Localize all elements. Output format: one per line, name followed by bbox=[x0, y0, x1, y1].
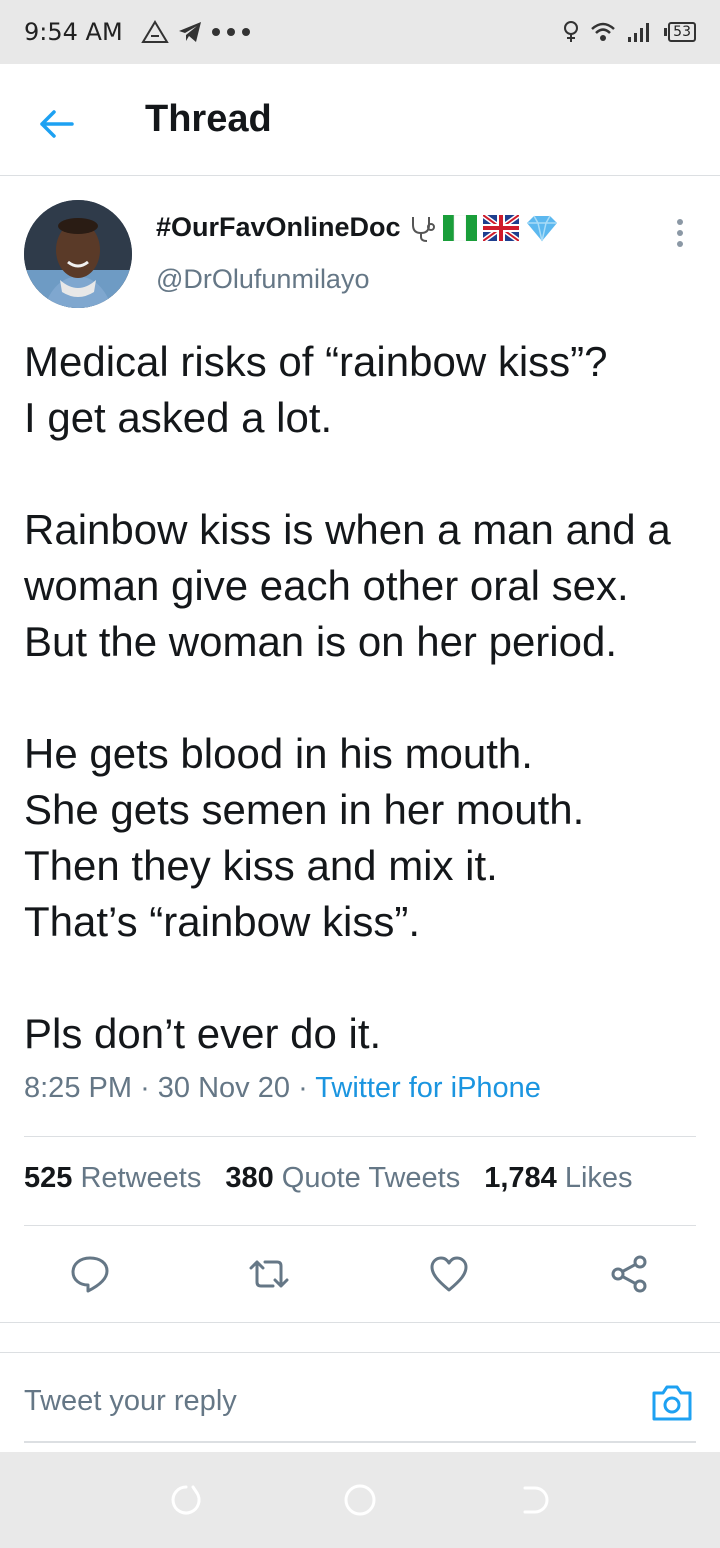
tweet-line: But the woman is on her period. bbox=[24, 618, 618, 665]
home-icon bbox=[344, 1484, 376, 1516]
warning-triangle-icon bbox=[140, 20, 169, 43]
share-icon bbox=[611, 1255, 647, 1293]
quote-tweets-label: Quote Tweets bbox=[281, 1162, 461, 1194]
divider bbox=[24, 1136, 696, 1137]
tweet-actions bbox=[0, 1246, 720, 1302]
arrow-left-icon bbox=[40, 110, 74, 138]
status-left-icons bbox=[140, 20, 251, 44]
nigeria-flag-icon bbox=[442, 214, 477, 241]
more-options-button[interactable] bbox=[666, 216, 694, 250]
location-pin-icon bbox=[564, 21, 579, 42]
tweet-line: Medical risks of “rainbow kiss”? bbox=[24, 338, 608, 385]
status-right-icons: 53 bbox=[562, 20, 696, 44]
reply-icon bbox=[71, 1256, 109, 1293]
tweet-text: Medical risks of “rainbow kiss”? I get a… bbox=[24, 334, 704, 1062]
battery-level: 53 bbox=[668, 22, 696, 42]
tweet-line: Pls don’t ever do it. bbox=[24, 1010, 382, 1057]
tweet-line: Rainbow kiss is when a man and a bbox=[24, 506, 671, 553]
recent-apps-button[interactable] bbox=[168, 1482, 204, 1518]
home-button[interactable] bbox=[342, 1482, 378, 1518]
display-name-row[interactable]: #OurFavOnlineDoc bbox=[156, 212, 559, 243]
quote-tweets-stat[interactable]: 380 Quote Tweets bbox=[225, 1162, 460, 1195]
tweet-time: 8:25 PM bbox=[24, 1072, 132, 1104]
gem-icon bbox=[526, 215, 557, 241]
back-nav-button[interactable] bbox=[516, 1482, 552, 1518]
tweet-stats: 525 Retweets 380 Quote Tweets 1,784 Like… bbox=[24, 1162, 633, 1195]
wifi-icon bbox=[591, 22, 616, 41]
tweet-line: Then they kiss and mix it. bbox=[24, 842, 498, 889]
system-nav-bar bbox=[0, 1452, 720, 1548]
tweet-line: I get asked a lot. bbox=[24, 394, 333, 441]
share-button[interactable] bbox=[601, 1246, 657, 1302]
reply-underline bbox=[24, 1441, 696, 1443]
likes-count: 1,784 bbox=[484, 1162, 557, 1194]
divider bbox=[24, 1225, 696, 1226]
tweet-date: 30 Nov 20 bbox=[157, 1072, 290, 1104]
retweets-count: 525 bbox=[24, 1162, 73, 1194]
tweet-line: woman give each other oral sex. bbox=[24, 562, 629, 609]
more-dot-icon bbox=[677, 219, 683, 225]
reply-input[interactable] bbox=[24, 1377, 624, 1425]
tweet-line: She gets semen in her mouth. bbox=[24, 786, 585, 833]
reply-button[interactable] bbox=[62, 1246, 118, 1302]
more-dot-icon bbox=[677, 241, 683, 247]
avatar-image bbox=[24, 200, 132, 308]
likes-stat[interactable]: 1,784 Likes bbox=[484, 1162, 632, 1195]
camera-icon bbox=[652, 1385, 692, 1421]
camera-button[interactable] bbox=[650, 1383, 694, 1423]
recent-apps-icon bbox=[171, 1485, 201, 1515]
display-name: #OurFavOnlineDoc bbox=[156, 212, 401, 242]
more-dot-icon bbox=[677, 230, 683, 236]
like-icon bbox=[430, 1256, 468, 1292]
page-title: Thread bbox=[145, 98, 272, 140]
more-dots-icon bbox=[211, 28, 250, 36]
tweet-line: That’s “rainbow kiss”. bbox=[24, 898, 421, 945]
thread-header: Thread bbox=[0, 64, 720, 176]
quote-tweets-count: 380 bbox=[225, 1162, 274, 1194]
retweet-icon bbox=[249, 1260, 289, 1288]
back-icon bbox=[523, 1486, 549, 1514]
retweet-button[interactable] bbox=[241, 1246, 297, 1302]
back-button[interactable] bbox=[36, 104, 76, 144]
user-handle[interactable]: @DrOlufunmilayo bbox=[156, 264, 369, 295]
status-time: 9:54 AM bbox=[24, 18, 123, 46]
tweet-line: He gets blood in his mouth. bbox=[24, 730, 533, 777]
tweet-source-link[interactable]: Twitter for iPhone bbox=[315, 1072, 541, 1104]
battery-icon: 53 bbox=[664, 22, 696, 42]
reply-bar bbox=[0, 1352, 720, 1452]
divider bbox=[0, 1322, 720, 1323]
stethoscope-icon bbox=[411, 216, 435, 242]
meta-separator: · bbox=[298, 1072, 308, 1104]
avatar[interactable] bbox=[24, 200, 132, 308]
signal-icon bbox=[628, 23, 650, 42]
retweets-stat[interactable]: 525 Retweets bbox=[24, 1162, 201, 1195]
like-button[interactable] bbox=[421, 1246, 477, 1302]
battery-nub bbox=[664, 28, 668, 36]
uk-flag-icon bbox=[482, 214, 519, 241]
telegram-icon bbox=[178, 22, 201, 42]
tweet-meta: 8:25 PM · 30 Nov 20 · Twitter for iPhone bbox=[24, 1072, 541, 1105]
likes-label: Likes bbox=[564, 1162, 633, 1194]
meta-separator: · bbox=[140, 1072, 150, 1104]
status-bar: 9:54 AM 53 bbox=[0, 0, 720, 64]
retweets-label: Retweets bbox=[80, 1162, 202, 1194]
